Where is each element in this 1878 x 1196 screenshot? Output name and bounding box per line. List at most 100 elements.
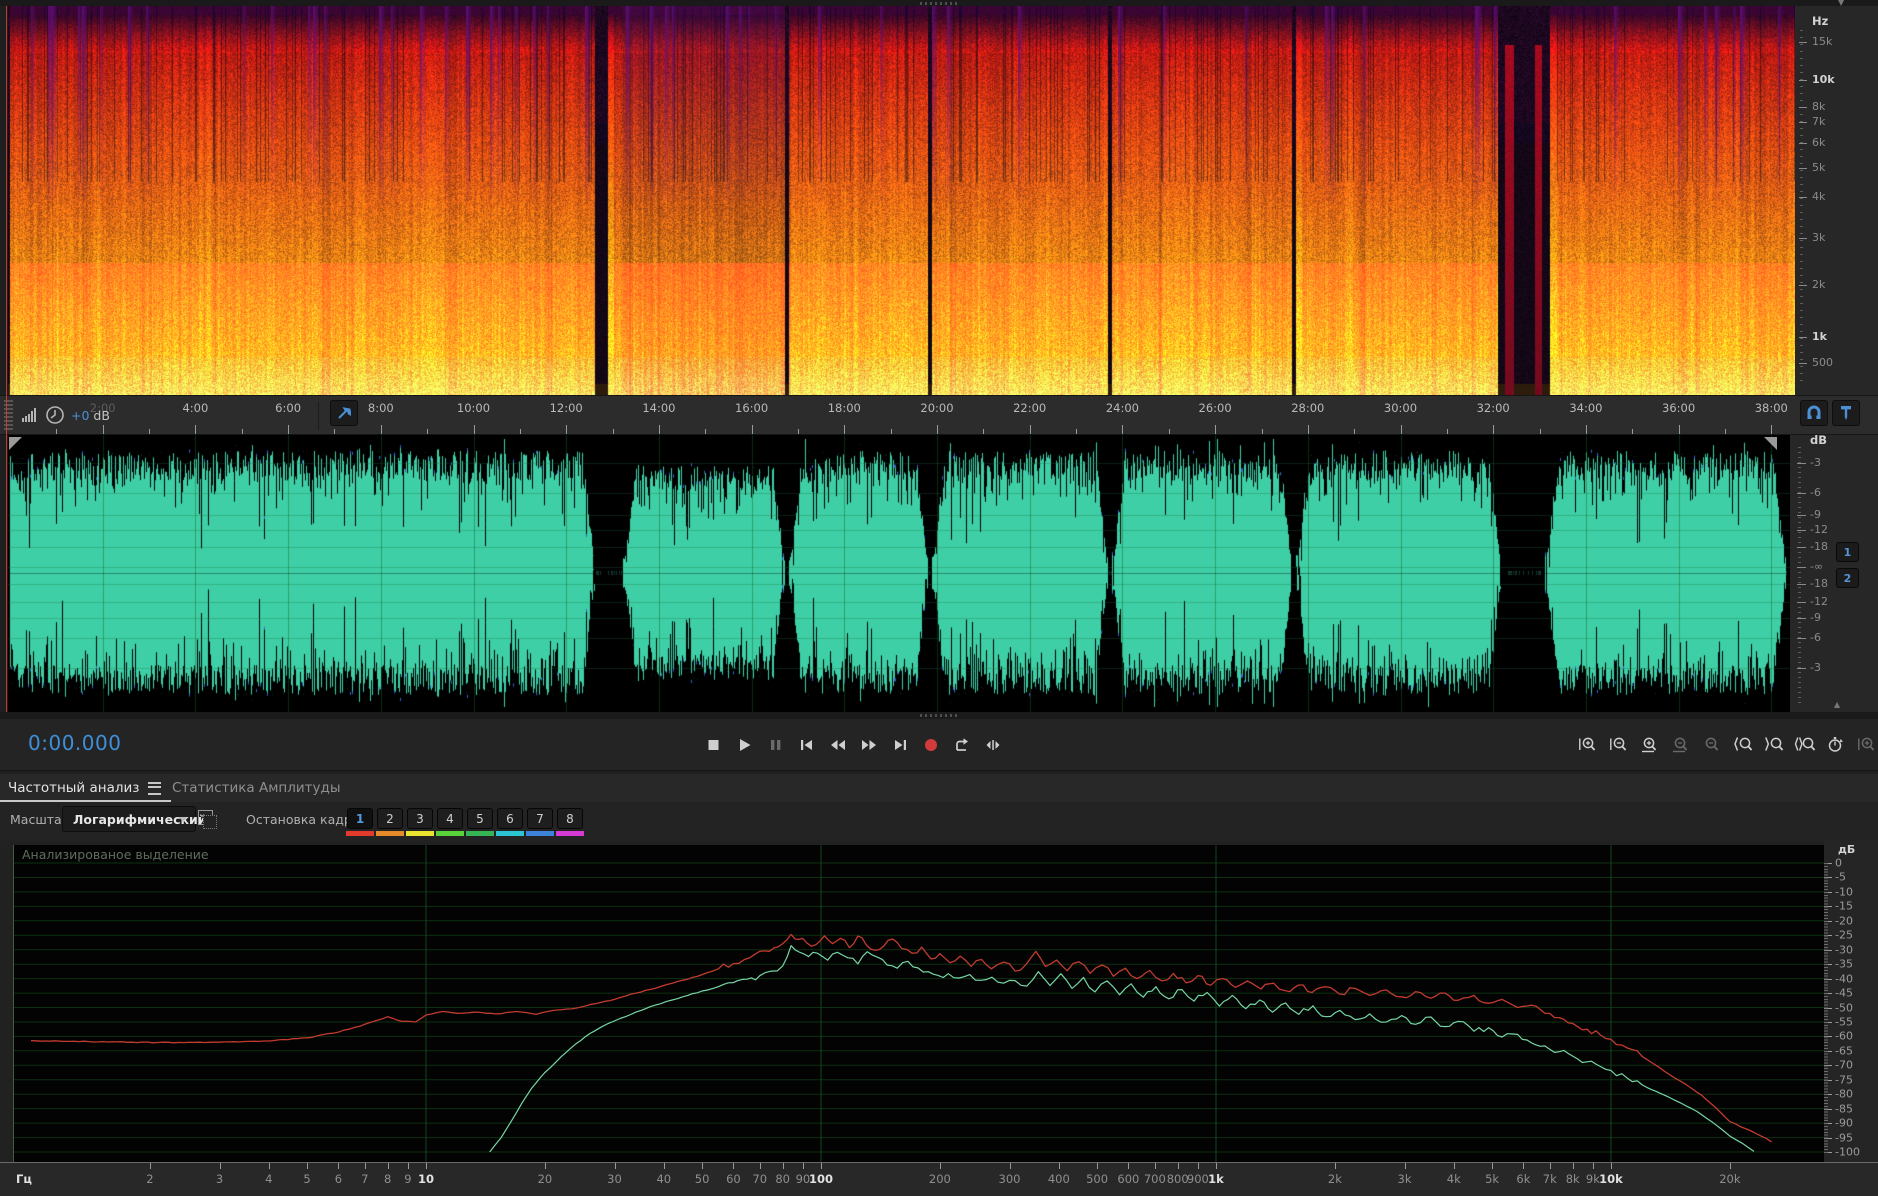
timeline-tick bbox=[1678, 425, 1680, 434]
frequency-axis-tick bbox=[1154, 1163, 1156, 1169]
tab-frequency-analysis[interactable]: Частотный анализ bbox=[0, 774, 172, 802]
edit-pointer-button[interactable] bbox=[330, 400, 358, 426]
timeline-tick bbox=[288, 425, 290, 434]
zoom-out-vertical-button[interactable] bbox=[1605, 731, 1632, 758]
grip-dots bbox=[920, 2, 958, 5]
frequency-axis-label: 8 bbox=[384, 1172, 392, 1186]
frequency-axis-label: 3k bbox=[1397, 1172, 1412, 1186]
hz-unit-label: Hz bbox=[1812, 14, 1829, 28]
frequency-axis-tick bbox=[821, 1163, 822, 1169]
timeline-time-label: 10:00 bbox=[456, 401, 491, 415]
playhead-time-display[interactable]: 0:00.000 bbox=[28, 731, 121, 755]
db-axis-label: -60 bbox=[1835, 1029, 1853, 1043]
db-axis-label: -90 bbox=[1835, 1116, 1853, 1130]
timeline-time-label: 36:00 bbox=[1662, 401, 1696, 415]
ruler-tick bbox=[1797, 530, 1806, 531]
frequency-tick-label: 3k bbox=[1812, 231, 1826, 244]
frequency-tick-label: 5k bbox=[1812, 161, 1826, 174]
ruler-tick bbox=[1799, 42, 1807, 43]
fast-forward-button[interactable] bbox=[855, 731, 882, 758]
zoom-in-horizontal-button[interactable] bbox=[1636, 731, 1663, 758]
hold-frame-button-8[interactable]: 8 bbox=[557, 808, 583, 829]
frequency-axis-label: 60 bbox=[726, 1172, 741, 1186]
frequency-axis-label: 20k bbox=[1719, 1172, 1741, 1186]
frequency-axis-label: 10k bbox=[1599, 1172, 1623, 1186]
stop-button[interactable] bbox=[700, 731, 727, 758]
clock-icon[interactable] bbox=[45, 405, 65, 425]
frequency-axis-label: 400 bbox=[1047, 1172, 1070, 1186]
hold-frame-button-1[interactable]: 1 bbox=[347, 808, 373, 829]
frequency-axis-tick bbox=[1128, 1163, 1130, 1169]
record-button[interactable] bbox=[917, 731, 944, 758]
zoom-in-point-button[interactable] bbox=[1729, 731, 1756, 758]
loop-playback-button[interactable] bbox=[948, 731, 975, 758]
zoom-selection-button[interactable] bbox=[1791, 731, 1818, 758]
copy-graph-button[interactable] bbox=[198, 810, 217, 829]
panel-menu-icon[interactable] bbox=[148, 781, 162, 795]
frequency-axis-tick bbox=[1009, 1163, 1011, 1169]
zoom-out-full-button[interactable] bbox=[1698, 731, 1725, 758]
frequency-axis-tick bbox=[1492, 1163, 1494, 1169]
waveform-corner-handle-right[interactable] bbox=[1764, 437, 1777, 450]
zoom-reset-timer-button[interactable] bbox=[1822, 731, 1849, 758]
blue-pin-icon bbox=[338, 407, 351, 419]
db-axis-minor-ticks bbox=[1824, 863, 1828, 1153]
frequency-axis-label: 10 bbox=[417, 1172, 435, 1186]
ruler-scroll-up-icon[interactable]: ▼ bbox=[1838, 0, 1844, 7]
timeline-tick bbox=[334, 429, 336, 434]
play-button[interactable] bbox=[731, 731, 758, 758]
amplitude-ruler[interactable]: dB -3 -6 -9 -12 -18 -∞ -18 -12 -9 -6 -3 bbox=[1790, 433, 1878, 712]
channel-2-button[interactable]: 2 bbox=[1836, 568, 1859, 588]
hold-frame-button-2[interactable]: 2 bbox=[377, 808, 403, 829]
hold-frame-button-3[interactable]: 3 bbox=[407, 808, 433, 829]
frequency-axis-label: 50 bbox=[694, 1172, 710, 1186]
level-meter-icon[interactable] bbox=[21, 407, 39, 423]
hold-frame-button-4[interactable]: 4 bbox=[437, 808, 463, 829]
waveform-canvas[interactable] bbox=[8, 435, 1790, 712]
skip-to-start-button[interactable] bbox=[793, 731, 820, 758]
tab-amplitude-statistics[interactable]: Статистика Амплитуды bbox=[172, 774, 340, 802]
hold-frame-color-bar bbox=[466, 831, 494, 836]
hold-frame-button-6[interactable]: 6 bbox=[497, 808, 523, 829]
db-axis[interactable]: дБ 0 -5 -10 -15 -20 -25 -30 -35 -40 -45 -50 -55 -60-… bbox=[1824, 841, 1878, 1162]
timeline-tick bbox=[1400, 425, 1402, 434]
ruler-scroll-down-icon[interactable]: ▲ bbox=[1834, 700, 1840, 709]
frequency-axis-label: 900 bbox=[1186, 1172, 1209, 1186]
skip-selection-button[interactable] bbox=[979, 731, 1006, 758]
playhead-line[interactable] bbox=[6, 6, 7, 712]
timeline-tick bbox=[751, 425, 753, 434]
hold-frame-button-5[interactable]: 5 bbox=[467, 808, 493, 829]
zoom-vertical-alt-button[interactable] bbox=[1853, 731, 1878, 758]
pause-button[interactable] bbox=[762, 731, 789, 758]
panel-grip-middle[interactable] bbox=[0, 712, 1878, 719]
zoom-out-horizontal-button[interactable] bbox=[1667, 731, 1694, 758]
rewind-button[interactable] bbox=[824, 731, 851, 758]
snap-magnet-button[interactable] bbox=[1800, 400, 1828, 426]
db-tick-label: -12 bbox=[1810, 595, 1828, 608]
audition-app: Hz 15k 10k 8k 7k 6k 5k 4k 3k 2k 1k 500 ▼ 2:00 4:00 6… bbox=[0, 0, 1878, 1196]
db-axis-label: 0 bbox=[1835, 856, 1842, 870]
marker-pin-button[interactable] bbox=[1832, 400, 1860, 426]
channel-1-button[interactable]: 1 bbox=[1836, 542, 1859, 562]
zoom-in-vertical-button[interactable] bbox=[1574, 731, 1601, 758]
waveform-corner-handle-left[interactable] bbox=[9, 437, 22, 450]
timeline-tick bbox=[1539, 429, 1541, 434]
timeline-time-label: 34:00 bbox=[1569, 401, 1603, 415]
zoom-out-point-button[interactable] bbox=[1760, 731, 1787, 758]
frequency-ruler[interactable]: Hz 15k 10k 8k 7k 6k 5k 4k 3k 2k 1k 500 bbox=[1795, 6, 1878, 395]
spectrogram-canvas[interactable] bbox=[8, 6, 1795, 395]
gain-value[interactable]: +0 dB bbox=[71, 408, 110, 423]
frequency-axis-label: 1k bbox=[1208, 1172, 1224, 1186]
ruler-tick bbox=[1797, 668, 1806, 669]
timeline-bar[interactable]: 2:00 4:00 6:00 8:00 10:00 12:00 14:00 16:00 18:0… bbox=[0, 395, 1878, 435]
timeline-tick bbox=[844, 425, 846, 434]
frequency-analysis-plot[interactable] bbox=[13, 845, 1824, 1162]
scale-select[interactable]: Логарифмический bbox=[62, 806, 207, 832]
frequency-axis[interactable]: Гц 2 3 4 5 6 7 8 9 10 20 30 40 50 60 70 80 90 100 200 300 40… bbox=[0, 1162, 1878, 1196]
db-axis-label: -75 bbox=[1835, 1073, 1853, 1087]
frequency-axis-tick bbox=[939, 1163, 941, 1169]
db-axis-label: -20 bbox=[1835, 914, 1853, 928]
skip-to-end-button[interactable] bbox=[886, 731, 913, 758]
hold-frame-button-7[interactable]: 7 bbox=[527, 808, 553, 829]
db-tick-label: -6 bbox=[1810, 631, 1821, 644]
